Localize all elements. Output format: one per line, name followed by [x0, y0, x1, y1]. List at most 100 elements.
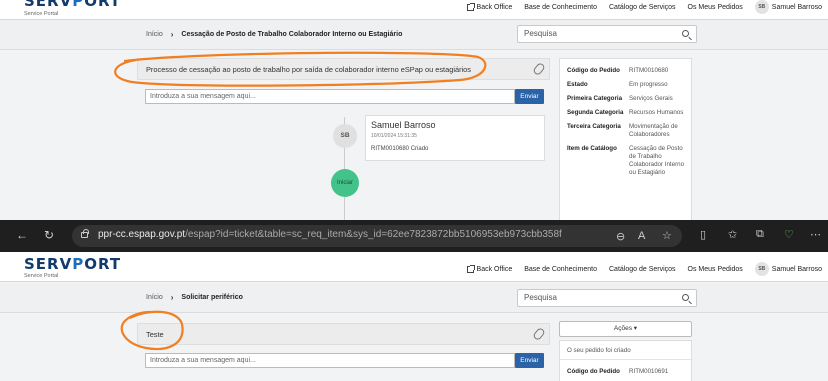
servport-logo[interactable]: SERVPORT: [24, 0, 121, 10]
chevron-right-icon: ›: [170, 293, 174, 302]
activity-avatar: SB: [333, 124, 357, 148]
portal-label: Service Portal: [24, 273, 59, 279]
search-icon[interactable]: [682, 30, 689, 37]
user-name: Samuel Barroso: [771, 265, 822, 273]
send-button[interactable]: Enviar: [515, 89, 544, 104]
nav-my-orders[interactable]: Os Meus Pedidos: [688, 266, 743, 273]
search-input[interactable]: Pesquisa: [517, 25, 697, 43]
ticket-details-table: Código do Pedido RITM0010680 Estado Em prog…: [567, 67, 689, 183]
external-link-icon: [466, 264, 475, 273]
nav-knowledge-base[interactable]: Base de Conhecimento: [524, 4, 597, 11]
details-value: Em progresso: [629, 81, 668, 88]
activity-entry: Samuel Barroso 10/01/2024 15:31:35 RITM0…: [365, 115, 545, 161]
ticket-details-panel-2: O seu pedido foi criado Código do Pedido…: [559, 340, 693, 381]
search-placeholder: Pesquisa: [524, 29, 557, 38]
split-screen-icon[interactable]: ▯: [700, 228, 706, 241]
request-code-label: Código do Pedido: [567, 368, 620, 375]
details-row: Estado Em progresso: [567, 81, 689, 95]
details-value: Serviços Gerais: [629, 95, 673, 102]
search-placeholder: Pesquisa: [524, 293, 557, 302]
details-row: Primeira Categoria Serviços Gerais: [567, 95, 689, 109]
paperclip-icon[interactable]: [532, 61, 546, 77]
send-button[interactable]: Enviar: [515, 353, 544, 368]
breadcrumb-current: Solicitar periférico: [181, 294, 243, 301]
message-placeholder: Introduza a sua mensagem aqui...: [150, 93, 256, 100]
activity-author: Samuel Barroso: [371, 120, 436, 130]
user-name: Samuel Barroso: [771, 3, 822, 11]
divider: [560, 359, 693, 360]
ticket-description: Processo de cessação ao posto de trabalh…: [146, 65, 471, 74]
details-row: Terceira Categoria Movimentação de Colabo…: [567, 123, 689, 145]
breadcrumb: Início › Solicitar periférico: [146, 293, 243, 302]
nav-back-office[interactable]: Back Office: [466, 264, 513, 273]
details-key: Estado: [567, 81, 588, 88]
top-navbar-2: SERVPORT Service Portal Back Office Base…: [0, 252, 828, 282]
details-key: Código do Pedido: [567, 67, 620, 74]
breadcrumb: Início › Cessação de Posto de Trabalho C…: [146, 30, 402, 39]
main-nav: Back Office Base de Conhecimento Catálog…: [466, 0, 822, 14]
logo-text: SERV: [24, 0, 73, 10]
read-aloud-icon[interactable]: A: [638, 230, 645, 242]
details-key: Primeira Categoria: [567, 95, 623, 102]
url-text: ppr-cc.espap.gov.pt/espap?id=ticket&tabl…: [98, 229, 562, 240]
lock-icon[interactable]: [81, 229, 89, 238]
ticket-header: Processo de cessação ao posto de trabalh…: [137, 58, 550, 80]
details-key: Item de Catálogo: [567, 145, 617, 152]
back-arrow-icon[interactable]: ←: [16, 228, 28, 242]
start-marker: Iniciar: [331, 169, 359, 197]
servport-logo-2[interactable]: SERVPORT: [24, 255, 121, 273]
details-value: RITM0010680: [629, 67, 669, 74]
message-input[interactable]: Introduza a sua mensagem aqui...: [145, 89, 515, 104]
breadcrumb-current: Cessação de Posto de Trabalho Colaborado…: [181, 31, 403, 38]
address-bar[interactable]: ppr-cc.espap.gov.pt/espap?id=ticket&tabl…: [72, 225, 682, 247]
ticket-description: Teste: [146, 330, 164, 339]
details-key: Segunda Categoria: [567, 109, 624, 116]
nav-back-office[interactable]: Back Office: [466, 2, 513, 11]
ticket-details-panel: Código do Pedido RITM0010680 Estado Em prog…: [559, 58, 692, 220]
breadcrumb-home[interactable]: Início: [146, 31, 163, 38]
more-menu-icon[interactable]: ⋯: [810, 228, 821, 241]
breadcrumb-home[interactable]: Início: [146, 294, 163, 301]
zoom-icon[interactable]: ⊖: [616, 230, 625, 243]
collections-icon[interactable]: ⧉: [756, 228, 764, 241]
user-menu[interactable]: SB Samuel Barroso: [754, 0, 822, 14]
details-row: Item de Catálogo Cessação de Posto de Tra…: [567, 145, 689, 183]
favorite-star-icon[interactable]: ☆: [662, 229, 672, 242]
ticket-page-bottom: SERVPORT Service Portal Back Office Base…: [0, 252, 828, 381]
avatar: SB: [754, 262, 769, 276]
breadcrumb-bar: Início › Cessação de Posto de Trabalho C…: [0, 20, 828, 50]
logo-accent: P: [72, 0, 85, 10]
details-row: Segunda Categoria Recursos Humanos: [567, 109, 689, 123]
nav-service-catalog[interactable]: Catálogo de Serviços: [609, 4, 676, 11]
created-message: O seu pedido foi criado: [567, 347, 631, 354]
logo-accent: P: [72, 255, 85, 273]
health-icon[interactable]: ♡: [784, 228, 794, 241]
activity-date: 10/01/2024 15:31:35: [371, 133, 417, 139]
nav-my-orders[interactable]: Os Meus Pedidos: [688, 4, 743, 11]
logo-text-rest: ORT: [84, 0, 122, 10]
activity-message: RITM0010680 Criado: [371, 146, 429, 152]
breadcrumb-bar-2: Início › Solicitar periférico Pesquisa: [0, 283, 828, 313]
nav-service-catalog[interactable]: Catálogo de Serviços: [609, 266, 676, 273]
nav-back-office-label: Back Office: [476, 3, 513, 11]
browser-toolbar: ← ↻ ppr-cc.espap.gov.pt/espap?id=ticket&…: [0, 220, 828, 252]
search-icon[interactable]: [682, 294, 689, 301]
portal-label: Service Portal: [24, 11, 59, 17]
actions-dropdown[interactable]: Ações ▾: [559, 321, 692, 337]
details-value: Recursos Humanos: [629, 109, 684, 116]
main-nav-2: Back Office Base de Conhecimento Catálog…: [466, 262, 822, 276]
favorites-icon[interactable]: ✩: [728, 228, 737, 241]
url-path: /espap?id=ticket&table=sc_req_item&sys_i…: [185, 229, 562, 240]
external-link-icon: [466, 2, 475, 11]
logo-text-rest: ORT: [84, 255, 122, 273]
logo-text: SERV: [24, 255, 73, 273]
reload-icon[interactable]: ↻: [44, 228, 54, 242]
user-menu[interactable]: SB Samuel Barroso: [754, 262, 822, 276]
nav-knowledge-base[interactable]: Base de Conhecimento: [524, 266, 597, 273]
chevron-right-icon: ›: [170, 30, 174, 39]
nav-back-office-label: Back Office: [476, 265, 513, 273]
paperclip-icon[interactable]: [532, 326, 546, 342]
message-input[interactable]: Introduza a sua mensagem aqui...: [145, 353, 515, 368]
search-input[interactable]: Pesquisa: [517, 289, 697, 307]
ticket-page-top: SERVPORT Service Portal Back Office Base…: [0, 0, 828, 220]
